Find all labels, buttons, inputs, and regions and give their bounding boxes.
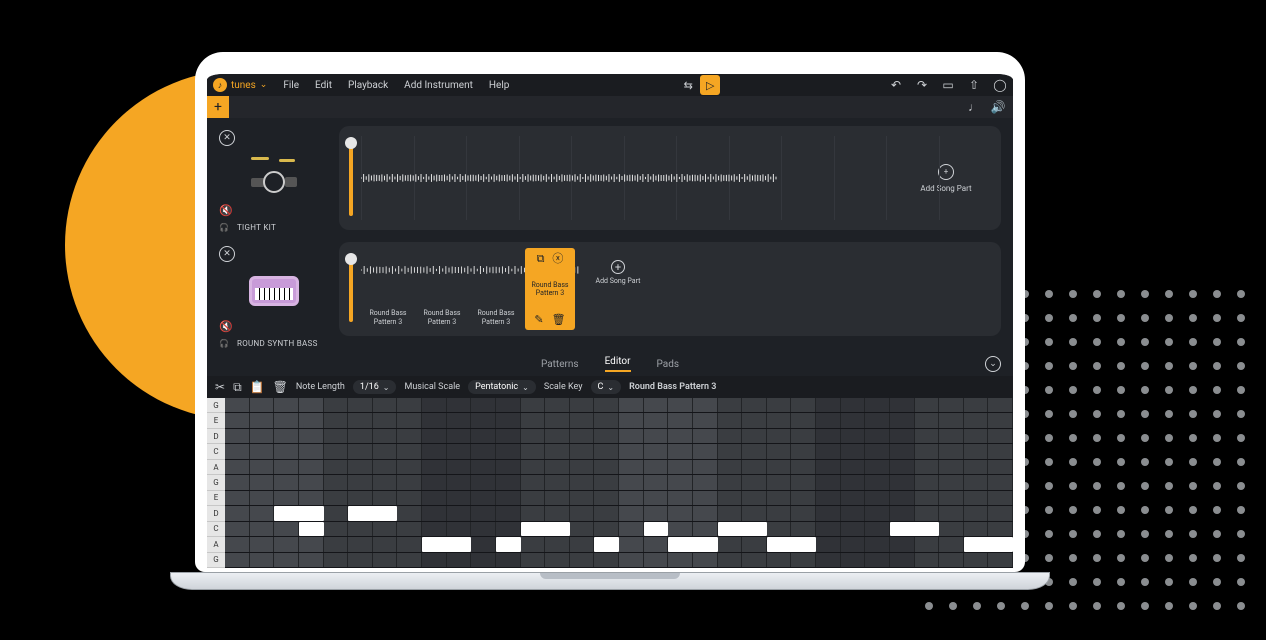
instrument-image-keys[interactable] <box>219 268 329 314</box>
menu-playback[interactable]: Playback <box>348 80 388 91</box>
note-grid[interactable] <box>225 398 1013 568</box>
volume-slider[interactable] <box>349 256 353 322</box>
brand-logo-icon: ♪ <box>213 78 227 92</box>
track-lane[interactable]: Round Bass Pattern 3 Round Bass Pattern … <box>339 242 1001 336</box>
menu-bar: ♪ tunes ⌄ File Edit Playback Add Instrum… <box>207 74 1013 96</box>
musical-scale-label: Musical Scale <box>404 382 460 392</box>
track-header: ✕ 🔇 🎧 TIGHT KIT <box>219 126 329 232</box>
account-icon[interactable]: ◯ <box>993 78 1007 92</box>
brand-name: tunes <box>231 80 256 91</box>
menu-file[interactable]: File <box>283 80 299 91</box>
close-icon[interactable]: ⓧ <box>552 252 563 265</box>
expand-button[interactable]: ⌄ <box>985 356 1001 372</box>
pattern-block[interactable]: Round Bass Pattern 3 <box>417 270 467 326</box>
pattern-block[interactable]: Round Bass Pattern 3 <box>363 270 413 326</box>
trash-icon[interactable]: 🗑 <box>552 313 566 326</box>
note-length-select[interactable]: 1/16⌄ <box>353 380 397 394</box>
scale-key-select[interactable]: C⌄ <box>591 380 622 394</box>
pattern-block-selected[interactable]: ⧉ⓧ Round Bass Pattern 3 ✎🗑 <box>525 248 575 330</box>
undo-icon[interactable]: ↶ <box>889 78 903 92</box>
add-song-part[interactable]: +Add Song Part <box>583 260 653 285</box>
editor-toolbar: ✂ ⧉ 📋 🗑 Note Length 1/16⌄ Musical Scale … <box>207 376 1013 398</box>
piano-roll[interactable]: GEDCAGEDCAG <box>207 398 1013 568</box>
play-button[interactable]: ▷ <box>700 75 720 95</box>
camera-dot <box>604 58 616 70</box>
pattern-block[interactable]: Round Bass Pattern 3 <box>471 270 521 326</box>
track-row: ✕ 🔇 🎧 ROUND SYNTH BASS Round Bass Pattern… <box>219 242 1001 348</box>
add-button[interactable]: + <box>207 96 229 118</box>
menu-add-instrument[interactable]: Add Instrument <box>404 80 473 91</box>
tab-pads[interactable]: Pads <box>657 359 680 370</box>
track-row: ✕ 🔇 🎧 TIGHT KIT <box>219 126 1001 232</box>
volume-icon[interactable]: 🔊 <box>991 100 1005 114</box>
cut-icon[interactable]: ✂ <box>215 380 225 394</box>
close-track-button[interactable]: ✕ <box>219 246 235 262</box>
copy-icon[interactable]: ⧉ <box>233 380 242 395</box>
track-header: ✕ 🔇 🎧 ROUND SYNTH BASS <box>219 242 329 348</box>
instrument-image-drums[interactable] <box>219 152 329 198</box>
folder-icon[interactable]: ▭ <box>941 78 955 92</box>
mute-icon[interactable]: 🔇 <box>219 320 233 333</box>
brand-menu[interactable]: ♪ tunes ⌄ <box>213 78 267 92</box>
secondary-toolbar: + ♩ 🔊 <box>207 96 1013 118</box>
headphones-icon[interactable]: 🎧 <box>219 339 229 348</box>
track-name: ROUND SYNTH BASS <box>237 339 318 348</box>
note-length-label: Note Length <box>296 382 345 392</box>
laptop-base <box>170 572 1050 590</box>
chevron-down-icon: ⌄ <box>522 383 529 392</box>
edit-icon[interactable]: ✎ <box>534 313 543 326</box>
close-track-button[interactable]: ✕ <box>219 130 235 146</box>
redo-icon[interactable]: ↷ <box>915 78 929 92</box>
editor-tabs: Patterns Editor Pads ⌄ <box>207 352 1013 376</box>
tab-patterns[interactable]: Patterns <box>541 359 579 370</box>
headphones-icon[interactable]: 🎧 <box>219 223 229 232</box>
upload-icon[interactable]: ⇧ <box>967 78 981 92</box>
duplicate-icon[interactable]: ⧉ <box>537 252 545 265</box>
track-name: TIGHT KIT <box>237 223 276 232</box>
chevron-down-icon: ⌄ <box>260 80 268 90</box>
metronome-icon[interactable]: ♩ <box>967 100 981 114</box>
menu-help[interactable]: Help <box>489 80 509 91</box>
laptop-mockup: ♪ tunes ⌄ File Edit Playback Add Instrum… <box>195 52 1025 592</box>
loop-button[interactable]: ⇆ <box>678 75 698 95</box>
chevron-down-icon: ⌄ <box>607 383 614 392</box>
musical-scale-select[interactable]: Pentatonic⌄ <box>468 380 536 394</box>
tab-editor[interactable]: Editor <box>605 356 631 372</box>
trash-icon[interactable]: 🗑 <box>273 380 288 394</box>
volume-slider[interactable] <box>349 140 353 216</box>
note-labels: GEDCAGEDCAG <box>207 398 225 568</box>
menu-edit[interactable]: Edit <box>315 80 332 91</box>
track-lane[interactable]: +Add Song Part <box>339 126 1001 230</box>
mute-icon[interactable]: 🔇 <box>219 204 233 217</box>
current-pattern-name: Round Bass Pattern 3 <box>629 382 716 392</box>
scale-key-label: Scale Key <box>544 382 583 392</box>
chevron-down-icon: ⌄ <box>383 383 390 392</box>
paste-icon[interactable]: 📋 <box>250 380 265 394</box>
